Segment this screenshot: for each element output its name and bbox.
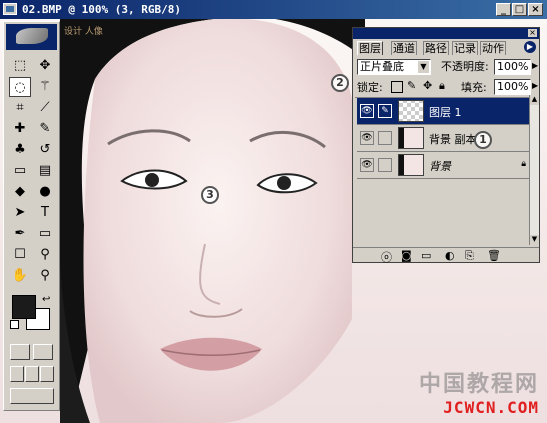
standard-mode-button[interactable] (10, 344, 30, 360)
dodge-tool-icon[interactable]: ● (34, 182, 56, 202)
rectangle-tool-icon[interactable]: ▭ (34, 224, 56, 244)
screen-mode-full-button[interactable] (40, 366, 54, 382)
lock-move-icon[interactable]: ✥ (423, 79, 432, 92)
magic-wand-tool-icon[interactable]: ⚚ (34, 77, 56, 97)
eyedropper-tool-icon[interactable]: ⚲ (34, 245, 56, 265)
lock-paint-icon[interactable]: ✎ (407, 79, 416, 92)
opacity-label: 不透明度: (441, 60, 489, 73)
visibility-eye-icon[interactable]: 👁︎ (360, 158, 374, 172)
history-brush-tool-icon[interactable]: ↺ (34, 140, 56, 160)
move-tool-icon[interactable]: ✥ (34, 56, 56, 76)
scroll-up-arrow-icon[interactable]: ▲ (530, 95, 539, 105)
canvas-side-text: 设计 人像 (64, 27, 103, 37)
layer-thumbnail (398, 100, 424, 122)
layers-bottom-bar: ⓞ ◙ ▭ ◐ ⎘ 🗑︎ (353, 247, 539, 265)
panel-menu-arrow-icon[interactable]: ▶ (524, 41, 536, 53)
fill-input[interactable]: 100% (494, 79, 531, 95)
fill-arrow-icon[interactable]: ▶ (532, 81, 538, 90)
annotation-marker: 2 (331, 74, 349, 92)
layers-list: 👁︎ ✎ 图层 1 👁︎ 背景 副本 👁︎ 背景 🔒︎ (355, 97, 530, 248)
gradient-tool-icon[interactable]: ▤ (34, 161, 56, 181)
lock-label: 锁定: (357, 81, 383, 94)
watermark-chinese: 中国教程网 (418, 372, 539, 397)
panel-title-bar: × (353, 28, 539, 39)
link-icon[interactable] (378, 131, 392, 145)
blend-mode-select[interactable]: 正片叠底 ▼ (357, 59, 431, 75)
layer-name: 背景 (429, 160, 451, 173)
fill-label: 填充: (461, 81, 487, 94)
brush-icon[interactable]: ✎ (378, 104, 392, 118)
layer-row[interactable]: 👁︎ 背景 副本 (357, 125, 530, 152)
brush-tool-icon[interactable]: ✎ (34, 119, 56, 139)
foreground-color-swatch[interactable] (12, 295, 36, 319)
marquee-tool-icon[interactable]: ⬚ (9, 56, 31, 76)
layer-thumbnail (398, 154, 424, 176)
tab-2[interactable]: 路径 (423, 41, 449, 55)
layer-row[interactable]: 👁︎ ✎ 图层 1 (357, 98, 530, 125)
photoshop-document-icon (3, 3, 17, 15)
annotation-marker: 3 (201, 186, 219, 204)
close-button[interactable]: × (528, 3, 543, 16)
notes-tool-icon[interactable]: ☐ (9, 245, 31, 265)
layer-style-icon[interactable]: ⓞ (381, 249, 392, 265)
blur-tool-icon[interactable]: ◆ (9, 182, 31, 202)
layer-row[interactable]: 👁︎ 背景 🔒︎ (357, 152, 530, 179)
document-title-bar: 02.BMP @ 100% (3, RGB/8) _ □ × (0, 0, 547, 19)
tab-0[interactable]: 图层 (357, 41, 383, 55)
visibility-eye-icon[interactable]: 👁︎ (360, 104, 374, 118)
clone-stamp-tool-icon[interactable]: ♣ (9, 140, 31, 160)
layers-panel: × 图层 通道 路径 记录 动作 ▶ 正片叠底 ▼ 不透明度: 100% ▶ 锁定: ✎… (352, 27, 540, 265)
maximize-button[interactable]: □ (512, 3, 527, 16)
lasso-tool-icon[interactable]: ◌ (9, 77, 31, 97)
layer-thumbnail (398, 127, 424, 149)
jump-to-imageready-button[interactable] (10, 388, 54, 404)
annotation-marker: 1 (474, 131, 492, 149)
screen-mode-standard-button[interactable] (10, 366, 24, 382)
layer-name: 图层 1 (429, 106, 462, 119)
tab-3[interactable]: 记录 (452, 41, 478, 55)
new-layer-icon[interactable]: ⎘ (465, 249, 474, 263)
document-title: 02.BMP @ 100% (3, RGB/8) (22, 3, 181, 16)
lock-transparency-icon[interactable] (391, 81, 403, 93)
scroll-down-arrow-icon[interactable]: ▼ (530, 235, 539, 245)
path-selection-tool-icon[interactable]: ➤ (9, 203, 31, 223)
screen-mode-full-menu-button[interactable] (25, 366, 39, 382)
adjustment-layer-icon[interactable]: ◐ (445, 249, 455, 262)
add-mask-icon[interactable]: ◙ (401, 249, 412, 262)
swap-colors-icon[interactable]: ↩ (42, 294, 50, 305)
tab-4[interactable]: 动作 (480, 41, 506, 55)
opacity-input[interactable]: 100% (494, 59, 531, 75)
lock-all-icon[interactable]: 🔒︎ (439, 79, 445, 93)
quick-mask-button[interactable] (33, 344, 53, 360)
watermark: 中国教程网 JCWCN.COM (419, 366, 539, 417)
toolbox: ⬚ ✥ ◌ ⚚ ⌗ ⟋ ✚ ✎ ♣ ↺ ▭ ▤ ◆ ● ➤ T ✒ ▭ ☐ ⚲ ✋ ⚲ ↩ (3, 21, 60, 411)
hand-tool-icon[interactable]: ✋ (9, 266, 31, 286)
feather-icon (16, 28, 48, 44)
crop-tool-icon[interactable]: ⌗ (9, 98, 31, 118)
opacity-arrow-icon[interactable]: ▶ (532, 61, 538, 70)
visibility-eye-icon[interactable]: 👁︎ (360, 131, 374, 145)
zoom-tool-icon[interactable]: ⚲ (34, 266, 56, 286)
slice-tool-icon[interactable]: ⟋ (34, 98, 56, 118)
layer-name: 背景 副本 (429, 133, 477, 146)
type-tool-icon[interactable]: T (34, 203, 56, 223)
minimize-button[interactable]: _ (496, 3, 511, 16)
healing-brush-tool-icon[interactable]: ✚ (9, 119, 31, 139)
eraser-tool-icon[interactable]: ▭ (9, 161, 31, 181)
toolbox-header (6, 24, 57, 50)
tab-1[interactable]: 通道 (391, 41, 417, 55)
layers-scrollbar[interactable]: ▲ ▼ (529, 95, 539, 245)
trash-icon[interactable]: 🗑︎ (487, 249, 501, 262)
lock-icon: 🔒︎ (521, 159, 526, 169)
pen-tool-icon[interactable]: ✒ (9, 224, 31, 244)
chevron-down-icon: ▼ (418, 61, 429, 73)
new-set-icon[interactable]: ▭ (421, 249, 431, 262)
panel-close-icon[interactable]: × (528, 29, 537, 37)
default-colors-icon[interactable] (10, 320, 19, 329)
link-icon[interactable] (378, 158, 392, 172)
watermark-url: JCWCN.COM (443, 398, 539, 417)
